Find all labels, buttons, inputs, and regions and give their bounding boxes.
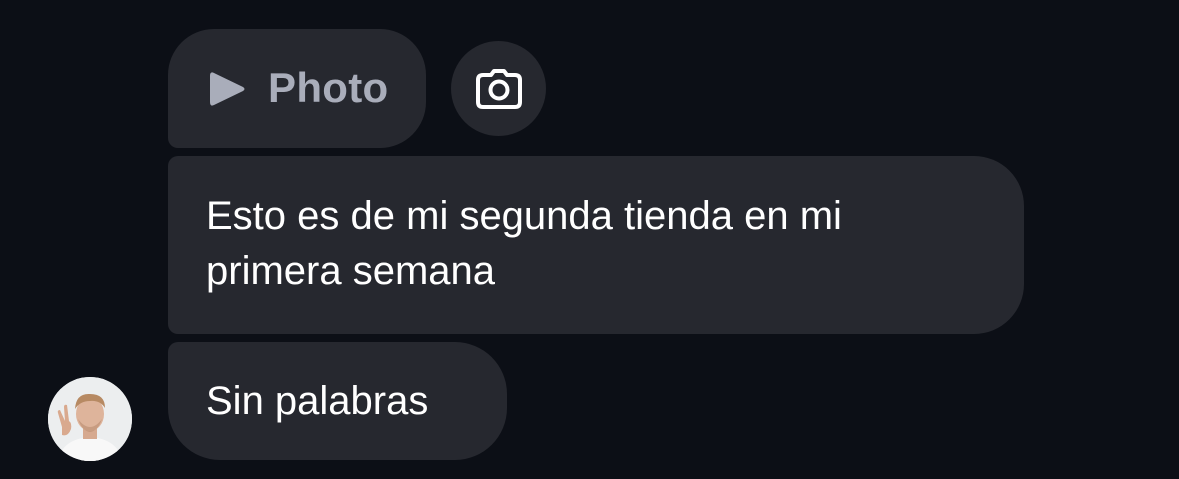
play-icon [208, 69, 246, 109]
message-bubble: Sin palabras [168, 342, 507, 460]
chat-thread: Photo Esto es de mi segunda tienda en mi… [0, 0, 1179, 479]
message-text: Esto es de mi segunda tienda en mi prime… [206, 194, 842, 293]
photo-message-bubble[interactable]: Photo [168, 29, 426, 148]
photo-label: Photo [268, 64, 389, 111]
message-bubble: Esto es de mi segunda tienda en mi prime… [168, 156, 1024, 334]
camera-icon [475, 68, 522, 109]
user-avatar [48, 377, 132, 461]
message-text: Sin palabras [206, 378, 429, 423]
camera-button[interactable] [451, 41, 546, 136]
avatar[interactable] [48, 377, 132, 461]
